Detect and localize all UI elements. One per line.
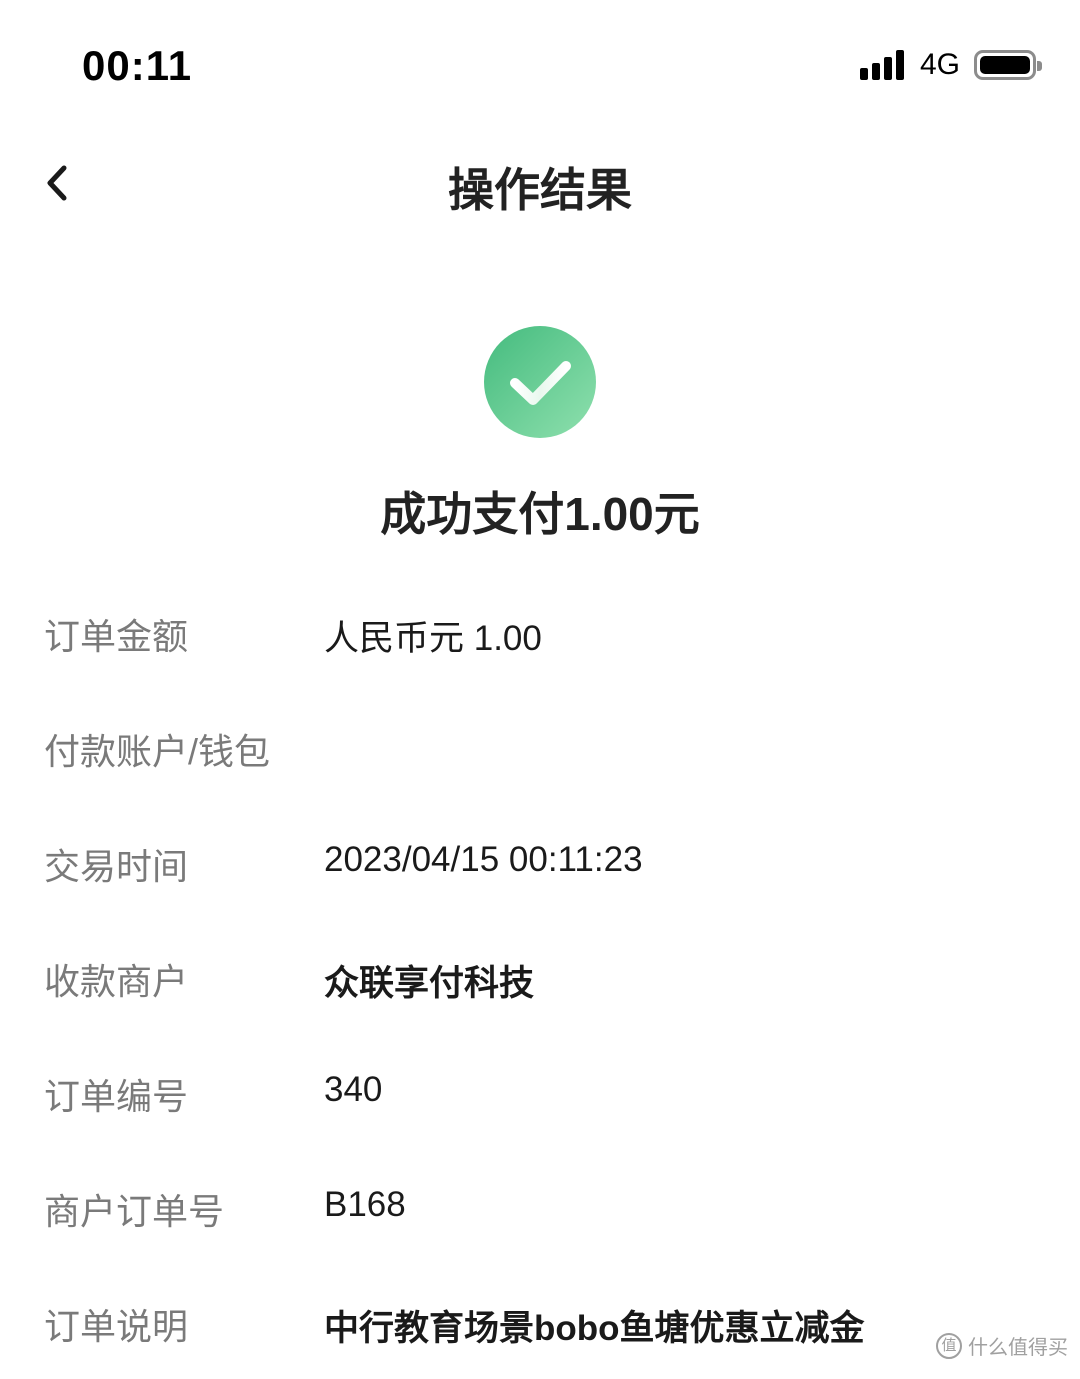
detail-label: 订单说明 — [44, 1306, 189, 1347]
check-circle-icon — [484, 326, 596, 438]
detail-value: 人民币元 1.00 — [324, 619, 542, 658]
detail-value: 中行教育场景bobo鱼塘优惠立减金 — [324, 1309, 865, 1348]
detail-value: B168 — [324, 1185, 406, 1224]
payment-success-message: 成功支付1.00元 — [380, 488, 700, 540]
detail-value: 众联享付科技 — [324, 964, 535, 1003]
nav-bar: 操作结果 — [0, 130, 1080, 240]
signal-icon — [859, 50, 904, 80]
detail-value: 340 — [324, 1070, 383, 1109]
transaction-details: 订单金额 人民币元 1.00 付款账户/钱包 交易时间 2023/04/15 0… — [0, 574, 1080, 1379]
detail-value: 2023/04/15 00:11:23 — [324, 840, 643, 879]
page-title: 操作结果 — [448, 164, 632, 216]
status-time: 00:11 — [82, 42, 193, 89]
detail-label: 订单编号 — [44, 1076, 189, 1117]
network-type: 4G — [919, 48, 960, 81]
watermark-text: 什么值得买 — [968, 1337, 1068, 1359]
detail-row-transaction-time: 交易时间 2023/04/15 00:11:23 — [0, 804, 1080, 919]
detail-label: 收款商户 — [44, 961, 189, 1002]
detail-label: 商户订单号 — [44, 1191, 225, 1232]
detail-row-order-amount: 订单金额 人民币元 1.00 — [0, 574, 1080, 689]
status-bar: 00:11 4G — [0, 0, 1080, 130]
detail-row-payment-account: 付款账户/钱包 — [0, 689, 1080, 804]
battery-icon — [974, 50, 1042, 80]
detail-row-merchant: 收款商户 众联享付科技 — [0, 919, 1080, 1034]
detail-row-merchant-order-number: 商户订单号 B168 — [0, 1149, 1080, 1264]
detail-label: 订单金额 — [44, 616, 189, 657]
detail-label: 交易时间 — [44, 846, 189, 887]
detail-row-order-description: 订单说明 中行教育场景bobo鱼塘优惠立减金 — [0, 1264, 1080, 1379]
detail-row-order-number: 订单编号 340 — [0, 1034, 1080, 1149]
watermark: 值 什么值得买 — [936, 1331, 1068, 1360]
watermark-logo-icon: 值 — [936, 1332, 962, 1359]
status-indicators: 4G — [859, 48, 1042, 82]
detail-label: 付款账户/钱包 — [44, 731, 271, 772]
